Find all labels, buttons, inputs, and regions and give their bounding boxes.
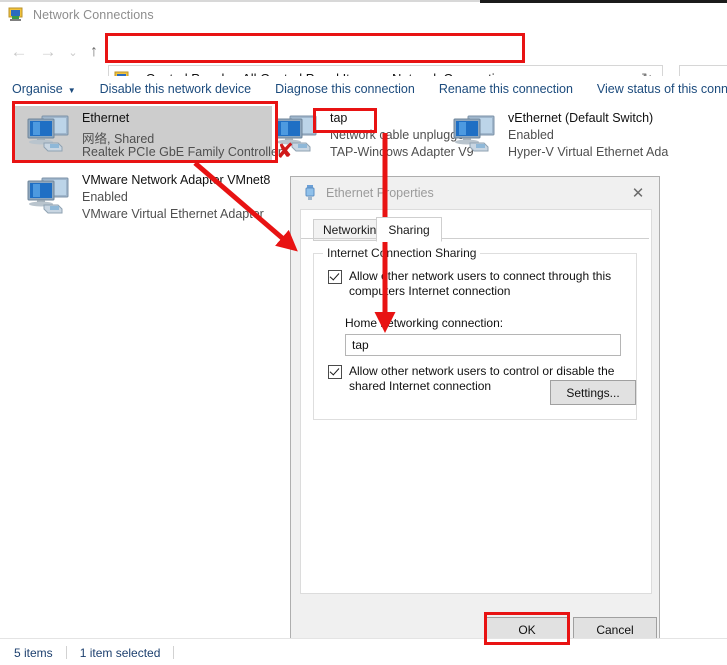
- list-item-name: vEthernet (Default Switch): [508, 111, 654, 125]
- tab-label: Sharing: [388, 222, 430, 237]
- back-button[interactable]: ←: [8, 40, 30, 64]
- organise-label: Organise: [12, 82, 63, 96]
- window-top-edge: [0, 0, 480, 2]
- disconnected-x-icon: ✘: [276, 139, 294, 163]
- list-item-status: Enabled: [82, 190, 128, 204]
- network-connections-icon: [8, 7, 24, 23]
- tab-underline: [301, 238, 649, 239]
- network-adapter-icon: [24, 111, 76, 155]
- dialog-body: Networking Sharing Internet Connection S…: [300, 209, 652, 594]
- tab-strip: Networking Sharing: [301, 217, 649, 242]
- status-bar: 5 items 1 item selected: [0, 638, 727, 665]
- diagnose-connection-button[interactable]: Diagnose this connection: [275, 82, 415, 96]
- home-networking-connection-select[interactable]: tap: [345, 334, 621, 356]
- checkbox-allow-connect[interactable]: [328, 270, 342, 284]
- network-adapter-icon: ✘: [272, 111, 324, 162]
- rename-connection-button[interactable]: Rename this connection: [439, 82, 573, 96]
- list-item-name: Ethernet: [82, 111, 130, 125]
- organise-button[interactable]: Organise ▼: [12, 82, 76, 96]
- view-status-button[interactable]: View status of this conn: [597, 82, 727, 96]
- network-connections-window: Network Connections ← → ⌄ ↑ › Control Pa…: [0, 0, 727, 665]
- list-item-device: Realtek PCIe GbE Family Controller: [82, 145, 283, 159]
- status-selection: 1 item selected: [79, 645, 161, 660]
- checkbox-allow-connect-label: Allow other network users to connect thr…: [349, 269, 612, 298]
- window-title: Network Connections: [33, 8, 154, 22]
- list-item-device: VMware Virtual Ethernet Adapter: [82, 207, 264, 221]
- status-divider: [173, 646, 175, 659]
- up-button[interactable]: ↑: [83, 40, 105, 64]
- ethernet-properties-dialog: Ethernet Properties ✕ Networking Sharing…: [290, 176, 660, 644]
- list-item-ethernet[interactable]: Ethernet 网络, Shared Realtek PCIe GbE Fam…: [14, 106, 282, 162]
- list-item-vmware-vmnet8[interactable]: VMware Network Adapter VMnet8 Enabled VM…: [14, 168, 272, 224]
- checkbox-allow-control[interactable]: [328, 365, 342, 379]
- group-legend: Internet Connection Sharing: [323, 246, 481, 260]
- home-networking-value: tap: [352, 338, 369, 352]
- list-item-vethernet-default-switch[interactable]: vEthernet (Default Switch) Enabled Hyper…: [440, 106, 727, 162]
- checkbox-allow-connect-row[interactable]: Allow other network users to connect thr…: [328, 269, 617, 298]
- network-adapter-icon: [450, 111, 502, 155]
- command-bar: Organise ▼ Disable this network device Di…: [0, 76, 727, 103]
- title-bar: Network Connections: [0, 0, 727, 30]
- list-item-status: Enabled: [508, 128, 554, 142]
- internet-connection-sharing-group: Internet Connection Sharing Allow other …: [313, 246, 637, 420]
- settings-button[interactable]: Settings...: [550, 380, 636, 405]
- forward-button[interactable]: →: [37, 40, 59, 64]
- list-item-name: tap: [330, 111, 348, 125]
- list-item-name: VMware Network Adapter VMnet8: [82, 173, 271, 187]
- dialog-title: Ethernet Properties: [326, 186, 434, 200]
- adapter-icon: [303, 185, 317, 201]
- recent-locations-button[interactable]: ⌄: [62, 40, 84, 64]
- list-item-device: Hyper-V Virtual Ethernet Ada: [508, 145, 669, 159]
- window-top-edge-dark: [480, 0, 727, 3]
- tab-label: Networking: [322, 223, 384, 237]
- tab-sharing[interactable]: Sharing: [376, 217, 442, 242]
- network-adapter-icon: [24, 173, 76, 217]
- close-icon[interactable]: ✕: [617, 177, 659, 209]
- dialog-title-bar: Ethernet Properties ✕: [291, 177, 659, 209]
- address-bar-row: ← → ⌄ ↑ › Control Panel › All Control Pa…: [0, 30, 727, 94]
- home-networking-label: Home networking connection:: [345, 316, 504, 330]
- chevron-down-icon: ▼: [67, 86, 76, 95]
- status-items-count: 5 items: [14, 645, 53, 660]
- status-divider: [65, 646, 67, 659]
- disable-device-button[interactable]: Disable this network device: [100, 82, 251, 96]
